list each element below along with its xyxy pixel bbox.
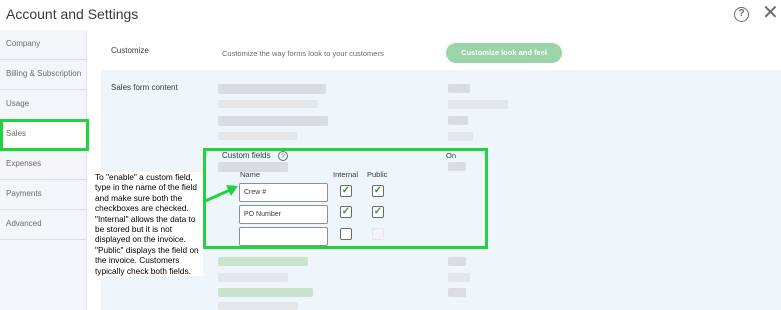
sidebar-item-billing[interactable]: Billing & Subscription [0, 60, 87, 90]
redacted-value [448, 116, 468, 125]
customize-look-and-feel-button[interactable]: Customize look and feel [446, 43, 562, 63]
redacted-value [448, 257, 466, 266]
redacted-text [218, 84, 326, 94]
sidebar-item-usage[interactable]: Usage [0, 90, 87, 120]
redacted-value [448, 273, 470, 282]
redacted-text [218, 100, 318, 108]
redacted-value [448, 84, 470, 93]
redacted-text [218, 288, 313, 297]
sidebar-item-payments[interactable]: Payments [0, 180, 87, 210]
customize-row: Customize Customize the way forms look t… [97, 36, 781, 66]
redacted-text [218, 273, 288, 282]
instruction-note: To "enable" a custom field, type in the … [95, 172, 203, 277]
redacted-text [218, 116, 328, 126]
sales-highlight-box [0, 119, 89, 151]
page-title: Account and Settings [6, 6, 139, 22]
redacted-value [448, 288, 466, 297]
redacted-text [218, 302, 298, 310]
settings-sidebar: Company Billing & Subscription Usage Sal… [0, 30, 87, 310]
redacted-value [448, 132, 473, 141]
sidebar-item-company[interactable]: Company [0, 30, 87, 60]
sidebar-item-expenses[interactable]: Expenses [0, 150, 87, 180]
sidebar-item-advanced[interactable]: Advanced [0, 210, 87, 240]
customize-description: Customize the way forms look to your cus… [222, 49, 384, 58]
redacted-value [448, 100, 508, 109]
customize-label: Customize [111, 46, 149, 55]
close-icon[interactable]: ✕ [762, 3, 779, 23]
redacted-text [218, 257, 308, 266]
help-icon[interactable]: ? [734, 7, 749, 22]
sales-form-content-label: Sales form content [111, 83, 178, 92]
custom-fields-highlight-box [203, 148, 488, 249]
redacted-text [218, 132, 298, 140]
settings-header: Account and Settings ? ✕ [0, 0, 781, 30]
